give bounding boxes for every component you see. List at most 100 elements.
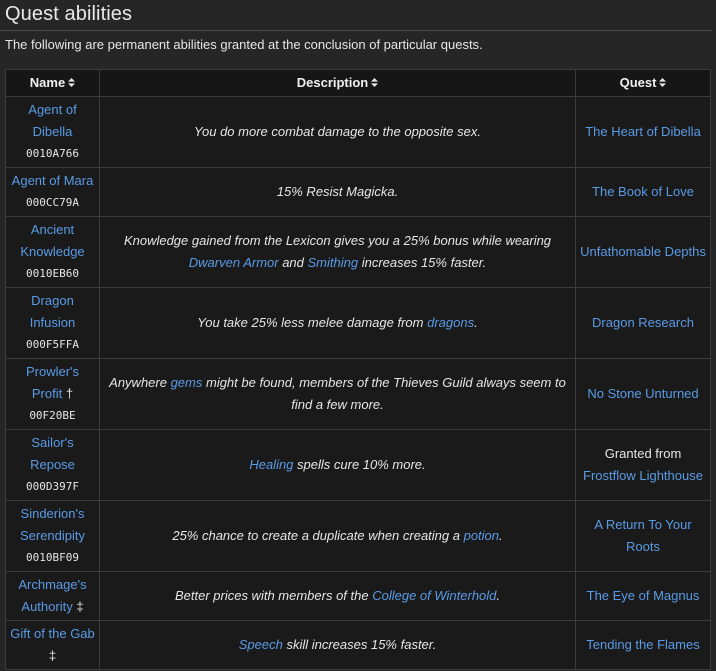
quest-link[interactable]: Dragon Research <box>592 315 694 330</box>
quest-link[interactable]: The Eye of Magnus <box>587 588 700 603</box>
form-id: 000D397F <box>26 480 79 493</box>
ability-name-line: Prowler's <box>25 364 80 379</box>
column-header-name[interactable]: Name <box>5 69 100 97</box>
ability-name-line: Serendipity <box>19 528 86 543</box>
ability-name-link[interactable]: Agent of Dibella <box>28 102 76 139</box>
cell-name: Dragon Infusion 000F5FFA <box>5 287 100 359</box>
description-link[interactable]: potion <box>464 528 499 543</box>
cell-description: You take 25% less melee damage from drag… <box>99 287 576 359</box>
quest-link[interactable]: Roots <box>626 539 660 554</box>
quest-link[interactable]: No Stone Unturned <box>587 386 698 401</box>
cell-name: Agent of Dibella 0010A766 <box>5 96 100 168</box>
ability-name-line: Dragon <box>31 293 74 308</box>
ability-name-line: Infusion <box>29 315 76 330</box>
ability-name-link[interactable]: Dragon Infusion <box>30 293 76 330</box>
ability-name-line: Sailor's <box>31 435 74 450</box>
description-text: . <box>496 588 501 603</box>
cell-quest: Granted from Frostflow Lighthouse <box>575 429 711 501</box>
cell-quest: Unfathomable Depths <box>575 216 711 288</box>
ability-name-link[interactable]: Gift of the Gab <box>10 626 95 641</box>
table-row: Agent of Dibella 0010A766 You do more comba… <box>5 96 711 168</box>
sort-icon[interactable] <box>68 78 76 88</box>
column-header-description[interactable]: Description <box>99 69 576 97</box>
form-id: 0010A766 <box>26 147 79 160</box>
table-row: Prowler's Profit † 00F20BE Anywhere gems mi… <box>5 358 711 430</box>
description-text: skill increases 15% faster. <box>282 637 437 652</box>
description-link[interactable]: Dwarven Armor <box>189 255 279 270</box>
description-text: 15% Resist Magicka. <box>276 184 399 199</box>
table-row: Ancient Knowledge 0010EB60 Knowledge gained… <box>5 216 711 288</box>
header-row: Name Description Quest <box>5 69 711 97</box>
description-text: You take 25% less melee damage from <box>197 315 428 330</box>
cell-quest: The Eye of Magnus <box>575 571 711 621</box>
table-header: Name Description Quest <box>5 69 711 97</box>
quest-link[interactable]: Frostflow Lighthouse <box>583 468 703 483</box>
description-link[interactable]: Smithing <box>308 255 359 270</box>
ability-name-line: Dibella <box>32 124 73 139</box>
column-header-quest-label: Quest <box>619 75 657 90</box>
cell-description: Anywhere gems might be found, members of… <box>99 358 576 430</box>
sort-icon[interactable] <box>371 78 379 88</box>
ability-name-line: Repose <box>30 457 75 472</box>
cell-name: Gift of the Gab ‡ <box>5 620 100 670</box>
quest-link[interactable]: Tending the Flames <box>586 637 699 652</box>
ability-name-link[interactable]: Agent of Mara <box>12 173 94 188</box>
cell-name: Prowler's Profit † 00F20BE <box>5 358 100 430</box>
ability-name-line: Authority <box>21 599 73 614</box>
cell-name: Archmage's Authority ‡ <box>5 571 100 621</box>
ability-name-link[interactable]: Ancient Knowledge <box>20 222 84 259</box>
quest-link[interactable]: The Book of Love <box>592 184 694 199</box>
ability-name-line: Agent of <box>28 102 77 117</box>
cell-description: Better prices with members of the Colleg… <box>99 571 576 621</box>
intro-text: The following are permanent abilities gr… <box>5 37 483 52</box>
ability-name-link[interactable]: Sinderion's Serendipity <box>20 506 85 543</box>
cell-description: 25% chance to create a duplicate when cr… <box>99 500 576 572</box>
cell-description: Knowledge gained from the Lexicon gives … <box>99 216 576 288</box>
table-row: Agent of Mara 000CC79A 15% Resist Magicka.… <box>5 167 711 217</box>
column-header-description-label: Description <box>296 75 369 90</box>
description-link[interactable]: Speech <box>239 637 283 652</box>
footnote-mark: † <box>65 386 74 401</box>
column-header-name-label: Name <box>29 75 66 90</box>
quest-link[interactable]: A Return To Your <box>594 517 691 532</box>
cell-quest: The Book of Love <box>575 167 711 217</box>
table-row: Archmage's Authority ‡ Better prices with … <box>5 571 711 621</box>
cell-quest: Tending the Flames <box>575 620 711 670</box>
quest-link[interactable]: The Heart of Dibella <box>585 124 701 139</box>
table-row: Sailor's Repose 000D397F Healing spells cur… <box>5 429 711 501</box>
description-link[interactable]: dragons <box>427 315 474 330</box>
ability-name-link[interactable]: Sailor's Repose <box>30 435 75 472</box>
sort-icon[interactable] <box>659 78 667 88</box>
ability-name-line: Knowledge <box>20 244 85 259</box>
cell-quest: A Return To Your Roots <box>575 500 711 572</box>
description-text: You do more combat damage to the opposit… <box>194 124 481 139</box>
cell-name: Sinderion's Serendipity 0010BF09 <box>5 500 100 572</box>
form-id: 0010BF09 <box>26 551 79 564</box>
cell-description: Healing spells cure 10% more. <box>99 429 576 501</box>
ability-name-line: Profit <box>31 386 63 401</box>
footnote-mark: ‡ <box>76 599 84 614</box>
description-text: . <box>499 528 503 543</box>
form-id: 000CC79A <box>26 196 79 209</box>
description-link[interactable]: Healing <box>249 457 293 472</box>
table-row: Sinderion's Serendipity 0010BF09 25% chance… <box>5 500 711 572</box>
table-row: Dragon Infusion 000F5FFA You take 25% less … <box>5 287 711 359</box>
cell-name: Ancient Knowledge 0010EB60 <box>5 216 100 288</box>
column-header-quest[interactable]: Quest <box>575 69 711 97</box>
description-text: and <box>278 255 308 270</box>
ability-name-line: Agent of Mara <box>11 173 94 188</box>
form-id: 00F20BE <box>29 409 76 422</box>
description-link[interactable]: College of Winterhold <box>372 588 496 603</box>
description-text: increases 15% faster. <box>358 255 487 270</box>
cell-description: You do more combat damage to the opposit… <box>99 96 576 168</box>
ability-name-line: Ancient <box>30 222 75 237</box>
footnote-mark: ‡ <box>48 648 57 663</box>
form-id: 000F5FFA <box>26 338 79 351</box>
description-link[interactable]: gems <box>171 375 203 390</box>
heading-divider <box>0 30 712 31</box>
description-text: spells cure 10% more. <box>293 457 426 472</box>
cell-description: Speech skill increases 15% faster. <box>99 620 576 670</box>
table-row: Gift of the Gab ‡ Speech skill increases 1… <box>5 620 711 670</box>
quest-link[interactable]: Unfathomable Depths <box>580 244 706 259</box>
description-text: might be found, members of the Thieves G… <box>202 375 566 412</box>
